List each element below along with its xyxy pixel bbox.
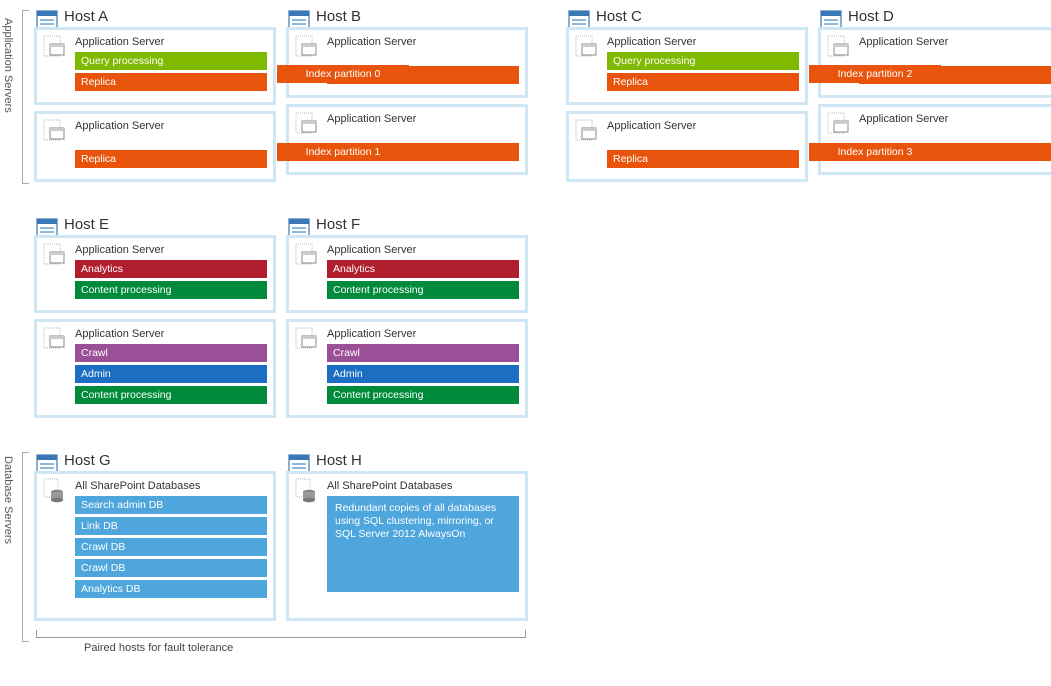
app-server-e2: Application Server Crawl Admin Content p… xyxy=(34,319,276,418)
host-title: Host F xyxy=(316,216,528,233)
server-icon xyxy=(575,118,599,142)
app-server-b1: Application Server Replica xyxy=(286,27,528,98)
app-server-d2: Application Server Replica xyxy=(818,104,1051,175)
index-partition-0: Index partition 0 xyxy=(277,65,409,83)
server-icon xyxy=(295,326,319,350)
host-title: Host G xyxy=(64,452,276,469)
server-title: Application Server xyxy=(607,120,799,132)
pair-caption: Paired hosts for fault tolerance xyxy=(84,642,233,654)
server-icon xyxy=(43,118,67,142)
bracket-db-servers xyxy=(22,452,28,642)
app-server-c1: Application Server Query processing Repl… xyxy=(566,27,808,105)
app-server-f1: Application Server Analytics Content pro… xyxy=(286,235,528,313)
db-server-h: All SharePoint Databases Redundant copie… xyxy=(286,471,528,621)
server-title: Application Server xyxy=(75,120,267,132)
server-title: Application Server xyxy=(327,113,519,125)
server-icon xyxy=(827,111,851,135)
server-title: Application Server xyxy=(859,36,1051,48)
server-icon xyxy=(43,34,67,58)
host-g: Host G All SharePoint Databases Search a… xyxy=(34,452,276,627)
row-hosts-ef: Host E Application Server Analytics Cont… xyxy=(34,216,1043,424)
server-title: Application Server xyxy=(327,244,519,256)
host-c: Host C Application Server Query processi… xyxy=(566,8,808,188)
app-server-d1: Application Server Replica xyxy=(818,27,1051,98)
bar-analytics-db: Analytics DB xyxy=(75,580,267,598)
bar-analytics: Analytics xyxy=(327,260,519,278)
index-partition-1: Index partition 1 xyxy=(277,143,409,161)
bracket-app-servers xyxy=(22,10,28,184)
database-icon xyxy=(43,478,65,504)
bar-query: Query processing xyxy=(607,52,799,70)
database-icon xyxy=(295,478,317,504)
index-partition-2: Index partition 2 xyxy=(809,65,941,83)
server-icon xyxy=(575,34,599,58)
bar-crawl: Crawl xyxy=(327,344,519,362)
row-hosts-abcd: Index partition 0 Index partition 1 Inde… xyxy=(34,8,1043,188)
app-server-a1: Application Server Query processing Repl… xyxy=(34,27,276,105)
server-title: Application Server xyxy=(75,36,267,48)
bar-analytics: Analytics xyxy=(75,260,267,278)
server-icon xyxy=(295,111,319,135)
bar-query: Query processing xyxy=(75,52,267,70)
host-f: Host F Application Server Analytics Cont… xyxy=(286,216,528,424)
bar-crawl-db-2: Crawl DB xyxy=(75,559,267,577)
server-icon xyxy=(295,242,319,266)
server-title: Application Server xyxy=(75,328,267,340)
app-server-a2: Application Server Replica xyxy=(34,111,276,182)
host-title: Host E xyxy=(64,216,276,233)
bar-replica: Replica xyxy=(75,73,267,91)
app-server-e1: Application Server Analytics Content pro… xyxy=(34,235,276,313)
bar-admin: Admin xyxy=(327,365,519,383)
pair-bracket-gh xyxy=(36,630,526,638)
bar-crawl: Crawl xyxy=(75,344,267,362)
server-title: Application Server xyxy=(327,328,519,340)
section-label-app: Application Servers xyxy=(2,18,14,113)
bar-search-admin-db: Search admin DB xyxy=(75,496,267,514)
host-b: Host B Application Server Replica Applic… xyxy=(286,8,528,188)
bar-replica: Replica xyxy=(607,150,799,168)
db-server-g: All SharePoint Databases Search admin DB… xyxy=(34,471,276,621)
app-server-b2: Application Server Replica xyxy=(286,104,528,175)
server-title: All SharePoint Databases xyxy=(75,480,267,492)
host-a: Host A Application Server Query processi… xyxy=(34,8,276,188)
server-icon xyxy=(43,242,67,266)
db-redundancy-desc: Redundant copies of all databases using … xyxy=(327,496,519,592)
host-title: Host H xyxy=(316,452,528,469)
server-title: Application Server xyxy=(859,113,1051,125)
host-h: Host H All SharePoint Databases Redundan… xyxy=(286,452,528,627)
server-icon xyxy=(827,34,851,58)
bar-replica: Replica xyxy=(607,73,799,91)
server-title: Application Server xyxy=(327,36,519,48)
bar-content: Content processing xyxy=(327,386,519,404)
server-icon xyxy=(43,326,67,350)
row-hosts-gh: Host G All SharePoint Databases Search a… xyxy=(34,452,1043,627)
index-partition-3: Index partition 3 xyxy=(809,143,941,161)
bar-content: Content processing xyxy=(75,281,267,299)
host-title: Host C xyxy=(596,8,808,25)
bar-content: Content processing xyxy=(327,281,519,299)
host-title: Host D xyxy=(848,8,1051,25)
bar-replica: Replica xyxy=(75,150,267,168)
host-title: Host B xyxy=(316,8,528,25)
server-title: All SharePoint Databases xyxy=(327,480,519,492)
bar-crawl-db: Crawl DB xyxy=(75,538,267,556)
server-title: Application Server xyxy=(75,244,267,256)
app-server-c2: Application Server Replica xyxy=(566,111,808,182)
host-d: Host D Application Server Replica Applic… xyxy=(818,8,1051,188)
app-server-f2: Application Server Crawl Admin Content p… xyxy=(286,319,528,418)
host-e: Host E Application Server Analytics Cont… xyxy=(34,216,276,424)
bar-admin: Admin xyxy=(75,365,267,383)
server-title: Application Server xyxy=(607,36,799,48)
host-title: Host A xyxy=(64,8,276,25)
bar-content: Content processing xyxy=(75,386,267,404)
server-icon xyxy=(295,34,319,58)
bar-link-db: Link DB xyxy=(75,517,267,535)
section-label-db: Database Servers xyxy=(2,456,14,544)
